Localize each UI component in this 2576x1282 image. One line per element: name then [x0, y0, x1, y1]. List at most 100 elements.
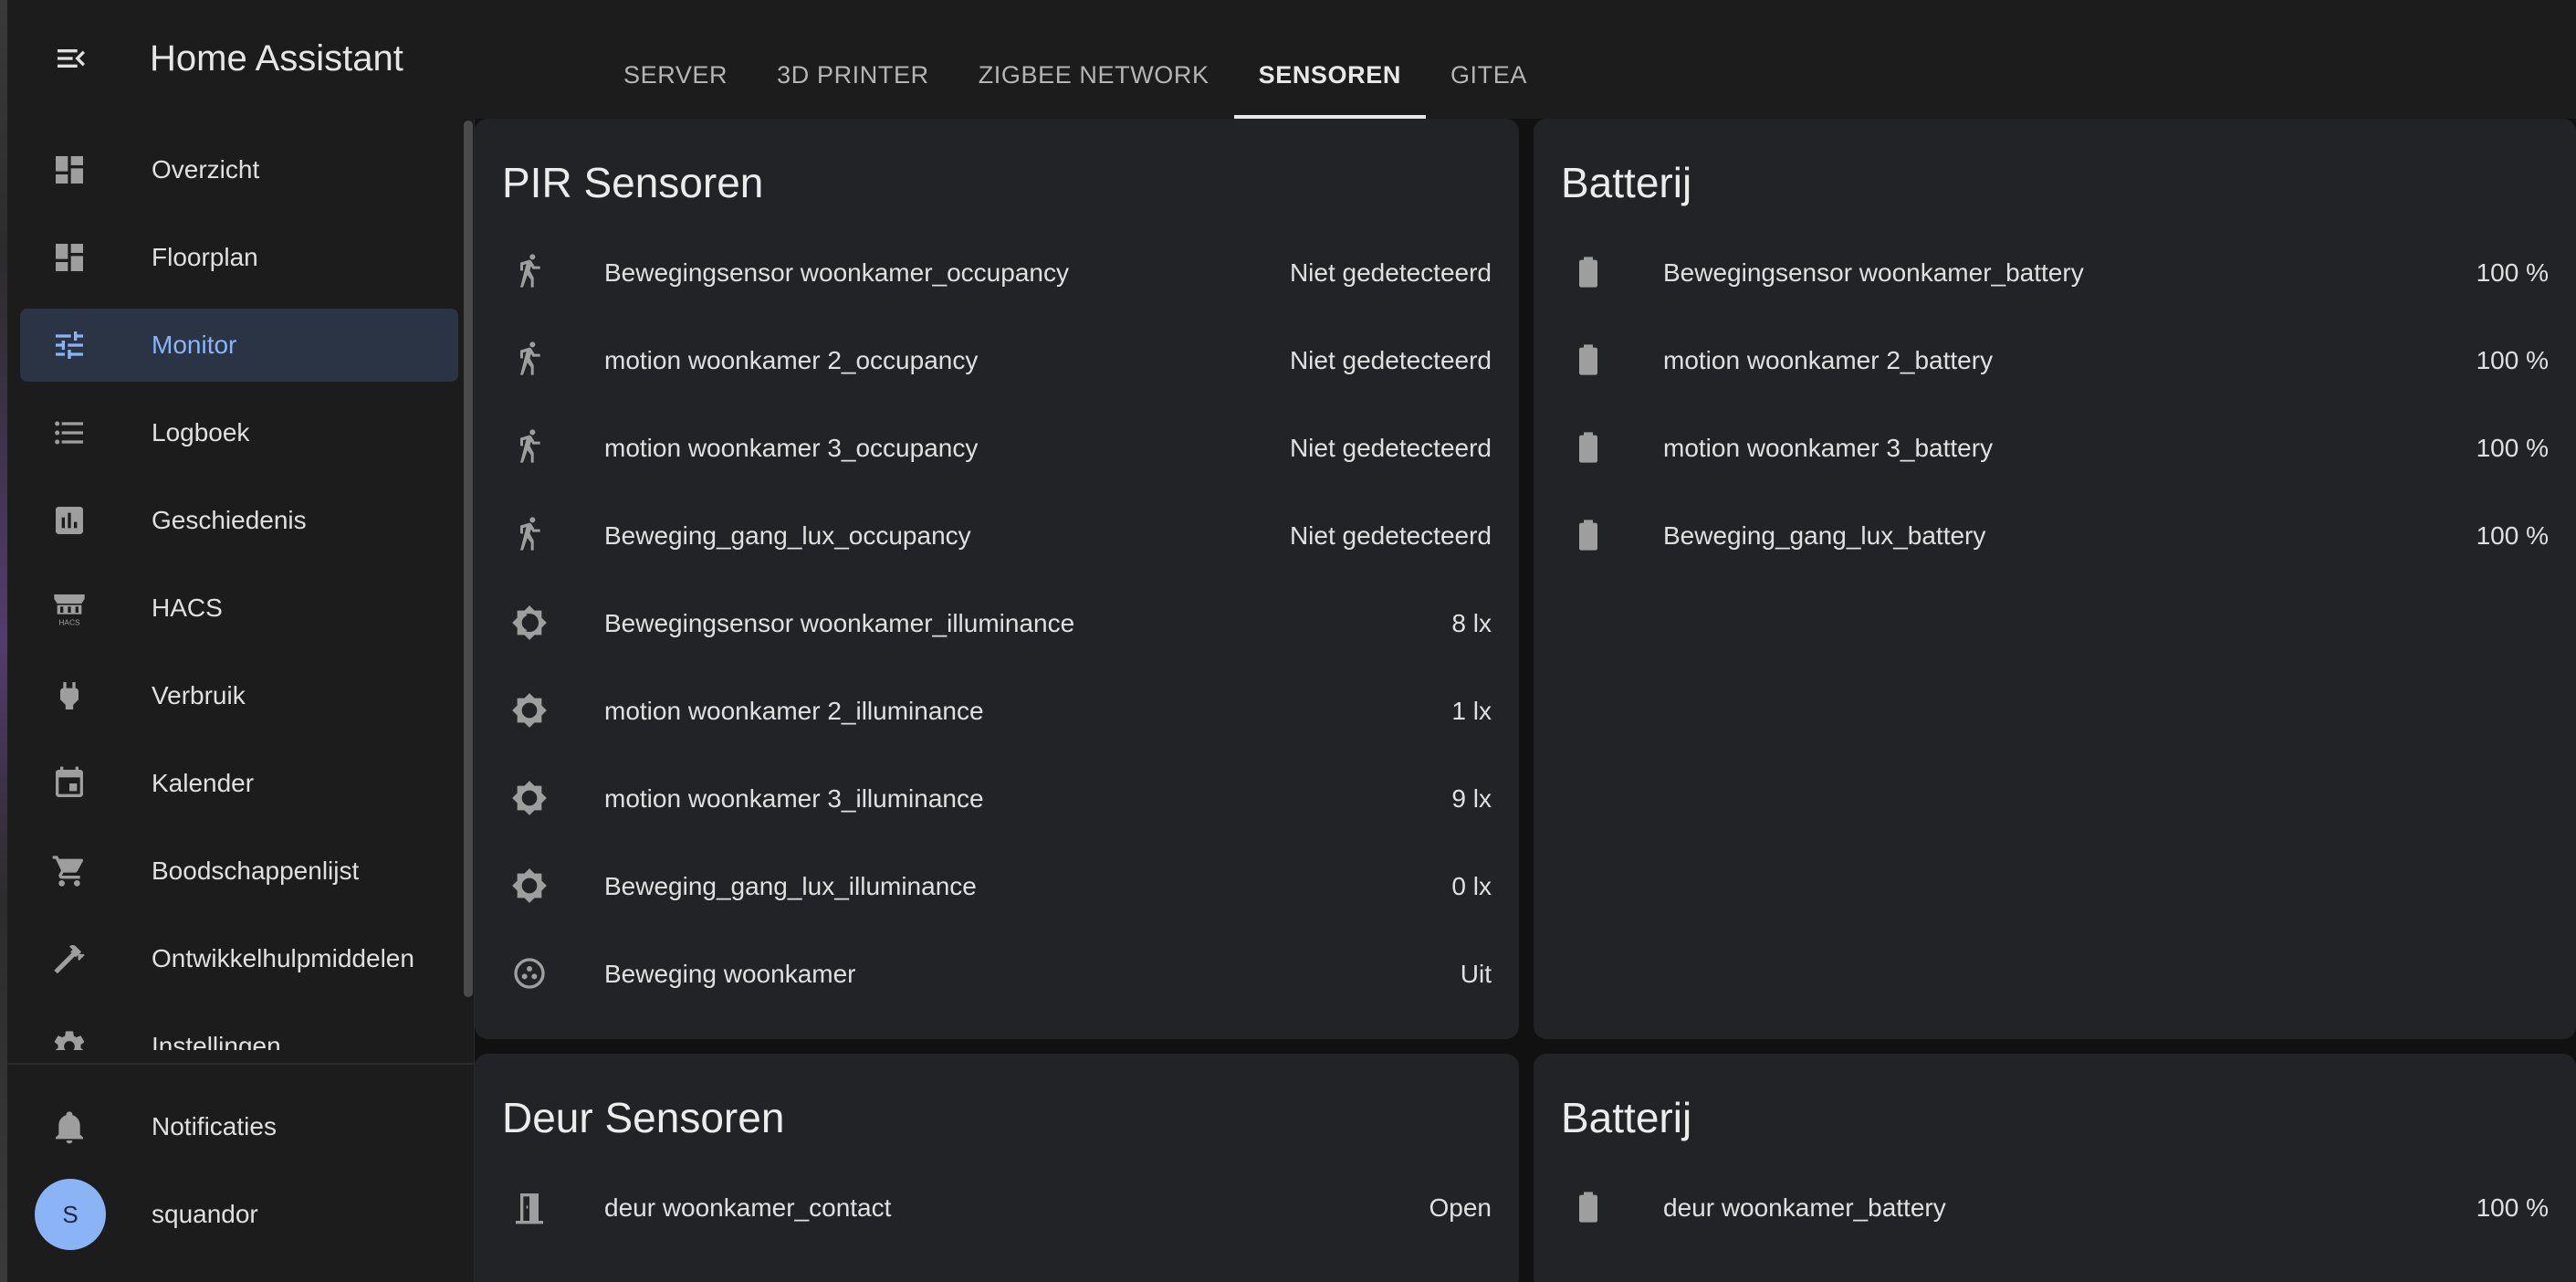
- tab-zigbee-network[interactable]: ZIGBEE NETWORK: [954, 0, 1234, 119]
- tab-sensoren[interactable]: SENSOREN: [1233, 0, 1427, 119]
- format-list-icon: [55, 421, 83, 445]
- sidebar-item-floorplan[interactable]: Floorplan: [20, 221, 458, 294]
- card-title: PIR Sensoren: [502, 159, 764, 206]
- dashboard-icon: [56, 156, 83, 184]
- entity-name: motion woonkamer 2_occupancy: [604, 346, 979, 374]
- tab-label: SERVER: [623, 60, 728, 89]
- sidebar-scrollbar[interactable]: [464, 121, 473, 997]
- entity-state: Uit: [1460, 960, 1492, 988]
- brightness-icon: [512, 605, 547, 640]
- entity-name: deur woonkamer_contact: [604, 1193, 892, 1222]
- entity-state: Open: [1429, 1193, 1492, 1222]
- tune-icon: [56, 331, 83, 359]
- sidebar-divider: [7, 1063, 475, 1065]
- entity-state: Niet gedetecteerd: [1289, 346, 1492, 374]
- entity-row[interactable]: Bewegingsensor woonkamer_occupancy Niet …: [475, 228, 1519, 316]
- menu-open-icon: [58, 49, 85, 68]
- sidebar-item-label: Overzicht: [152, 155, 260, 184]
- sidebar-item-label: Instellingen: [152, 1032, 281, 1050]
- entity-name: deur woonkamer_battery: [1663, 1193, 1946, 1222]
- sidebar-item-user[interactable]: S squandor: [20, 1178, 458, 1251]
- sidebar-item-label: Geschiedenis: [152, 506, 307, 534]
- sidebar-item-label: Floorplan: [152, 243, 258, 271]
- avatar: S: [35, 1179, 106, 1250]
- tab-label: 3D PRINTER: [777, 60, 929, 89]
- sidebar-item-overzicht[interactable]: Overzicht: [20, 133, 458, 206]
- entity-state: 100 %: [2476, 434, 2549, 462]
- entity-row[interactable]: motion woonkamer 3_illuminance 9 lx: [475, 754, 1519, 842]
- sidebar-item-label: Kalender: [152, 769, 255, 797]
- sidebar-item-kalender[interactable]: Kalender: [20, 747, 458, 820]
- entity-row[interactable]: motion woonkamer 2_illuminance 1 lx: [475, 667, 1519, 754]
- window-edge-strip: [0, 0, 7, 1282]
- entity-name: Beweging_gang_lux_battery: [1663, 521, 1986, 550]
- entity-state: 100 %: [2476, 258, 2549, 287]
- tab-label: GITEA: [1450, 60, 1527, 89]
- card-title: Deur Sensoren: [502, 1094, 785, 1141]
- walk-icon: [520, 342, 540, 375]
- entity-row[interactable]: motion woonkamer 2_battery 100 %: [1534, 316, 2576, 404]
- sidebar-item-instellingen[interactable]: Instellingen: [20, 1010, 458, 1050]
- entity-state: 100 %: [2476, 1193, 2549, 1222]
- entity-row[interactable]: Beweging woonkamer Uit: [475, 930, 1519, 1017]
- entity-state: Niet gedetecteerd: [1289, 258, 1492, 287]
- batterij-card-2: Batterij deur woonkamer_battery 100 %: [1534, 1054, 2576, 1282]
- entity-state: 0 lx: [1451, 872, 1492, 900]
- entity-row[interactable]: Beweging_gang_lux_occupancy Niet gedetec…: [475, 491, 1519, 579]
- top-app-bar: Home Assistant SERVER 3D PRINTER ZIGBEE …: [7, 0, 2576, 119]
- battery-icon: [1579, 344, 1597, 375]
- app-title: Home Assistant: [150, 38, 403, 79]
- battery-icon: [1579, 257, 1597, 288]
- sidebar-item-label: Ontwikkelhulpmiddelen: [152, 944, 414, 972]
- bell-icon: [56, 1111, 83, 1144]
- tab-server[interactable]: SERVER: [599, 0, 752, 119]
- hammer-icon: [54, 944, 85, 974]
- entity-row[interactable]: motion woonkamer 3_occupancy Niet gedete…: [475, 404, 1519, 491]
- entity-name: Beweging woonkamer: [604, 960, 856, 988]
- sidebar-item-ontwikkelhulpmiddelen[interactable]: Ontwikkelhulpmiddelen: [20, 922, 458, 995]
- entity-name: motion woonkamer 3_occupancy: [604, 434, 979, 462]
- entity-name: motion woonkamer 2_illuminance: [604, 697, 984, 725]
- menu-toggle-button[interactable]: [42, 35, 100, 82]
- dashboard-icon: [56, 244, 83, 271]
- entity-row[interactable]: Bewegingsensor woonkamer_illuminance 8 l…: [475, 579, 1519, 667]
- entity-state: 8 lx: [1451, 609, 1492, 637]
- sidebar-item-label: Monitor: [152, 331, 237, 359]
- entity-row[interactable]: motion woonkamer 2_occupancy Niet gedete…: [475, 316, 1519, 404]
- tab-3d-printer[interactable]: 3D PRINTER: [752, 0, 954, 119]
- sidebar-item-geschiedenis[interactable]: Geschiedenis: [20, 484, 458, 557]
- entity-state: 100 %: [2476, 521, 2549, 550]
- cog-icon: [54, 1031, 85, 1050]
- tab-label: ZIGBEE NETWORK: [978, 60, 1209, 89]
- brightness-icon: [512, 781, 547, 815]
- entity-row[interactable]: motion woonkamer 3_battery 100 %: [1534, 404, 2576, 491]
- sidebar-item-verbruik[interactable]: Verbruik: [20, 659, 458, 732]
- deur-sensoren-card: Deur Sensoren deur woonkamer_contact Ope…: [475, 1054, 1519, 1282]
- sidebar-item-logboek[interactable]: Logboek: [20, 396, 458, 469]
- sidebar-nav-list: Overzicht Floorplan Monitor Logboek Gesc…: [7, 119, 475, 1050]
- entity-name: motion woonkamer 3_battery: [1663, 434, 1994, 462]
- entity-row[interactable]: deur woonkamer_contact Open: [475, 1163, 1519, 1251]
- sidebar-item-hacs[interactable]: HACS HACS: [20, 572, 458, 645]
- sidebar-item-monitor[interactable]: Monitor: [20, 309, 458, 382]
- entity-row[interactable]: deur woonkamer_battery 100 %: [1534, 1163, 2576, 1251]
- entity-row[interactable]: Bewegingsensor woonkamer_battery 100 %: [1534, 228, 2576, 316]
- tab-gitea[interactable]: GITEA: [1426, 0, 1552, 119]
- entity-name: motion woonkamer 3_illuminance: [604, 784, 984, 813]
- chart-box-icon: [56, 507, 83, 534]
- motion-sensor-off-icon: [514, 958, 545, 989]
- entity-row[interactable]: Beweging_gang_lux_illuminance 0 lx: [475, 842, 1519, 930]
- entity-state: 1 lx: [1451, 697, 1492, 725]
- entity-row[interactable]: Beweging_gang_lux_battery 100 %: [1534, 491, 2576, 579]
- card-title: Batterij: [1561, 159, 1692, 206]
- entity-state: Niet gedetecteerd: [1289, 434, 1492, 462]
- entity-state: 9 lx: [1451, 784, 1492, 813]
- sidebar-item-label: Boodschappenlijst: [152, 856, 360, 885]
- sidebar-item-boodschappenlijst[interactable]: Boodschappenlijst: [20, 835, 458, 908]
- entity-name: motion woonkamer 2_battery: [1663, 346, 1994, 374]
- dashboard-view: PIR Sensoren Bewegingsensor woonkamer_oc…: [475, 119, 2576, 1282]
- walk-icon: [520, 429, 540, 463]
- sidebar-item-notificaties[interactable]: Notificaties: [20, 1090, 458, 1163]
- brightness-icon: [512, 868, 547, 903]
- sidebar: Overzicht Floorplan Monitor Logboek Gesc…: [7, 119, 475, 1282]
